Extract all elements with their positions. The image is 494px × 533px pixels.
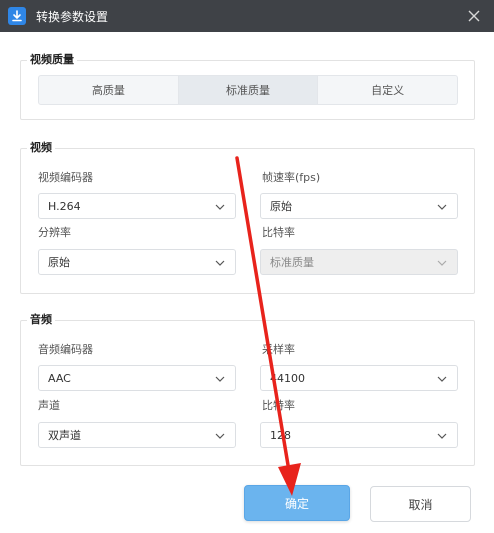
audio-encoder-select[interactable]: AAC	[38, 365, 236, 391]
download-icon	[8, 7, 26, 25]
samplerate-label: 采样率	[262, 343, 295, 356]
audio-encoder-label: 音频编码器	[38, 343, 93, 356]
framerate-label: 帧速率(fps)	[262, 171, 321, 184]
framerate-select[interactable]: 原始	[260, 193, 458, 219]
samplerate-value: 44100	[270, 371, 305, 385]
channel-label: 声道	[38, 399, 60, 412]
title-bar: 转换参数设置	[0, 0, 494, 32]
video-bitrate-label: 比特率	[262, 226, 295, 239]
channel-value: 双声道	[48, 429, 81, 442]
resolution-select[interactable]: 原始	[38, 249, 236, 275]
video-encoder-select[interactable]: H.264	[38, 193, 236, 219]
quality-option-high[interactable]: 高质量	[39, 76, 178, 104]
audio-bitrate-value: 128	[270, 428, 291, 442]
channel-select[interactable]: 双声道	[38, 422, 236, 448]
audio-encoder-value: AAC	[48, 371, 71, 385]
close-icon	[468, 10, 480, 22]
video-quality-legend: 视频质量	[27, 53, 77, 67]
quality-segmented-control: 高质量 标准质量 自定义	[38, 75, 458, 105]
audio-bitrate-select[interactable]: 128	[260, 422, 458, 448]
chevron-down-icon	[215, 260, 225, 266]
quality-option-custom[interactable]: 自定义	[318, 76, 457, 104]
audio-legend: 音频	[27, 313, 55, 327]
chevron-down-icon	[215, 433, 225, 439]
video-bitrate-select: 标准质量	[260, 249, 458, 275]
chevron-down-icon	[437, 260, 447, 266]
video-legend: 视频	[27, 141, 55, 155]
confirm-button[interactable]: 确定	[244, 485, 350, 521]
chevron-down-icon	[437, 433, 447, 439]
cancel-button[interactable]: 取消	[370, 486, 471, 522]
window-title: 转换参数设置	[36, 10, 109, 24]
chevron-down-icon	[437, 204, 447, 210]
chevron-down-icon	[215, 204, 225, 210]
framerate-value: 原始	[270, 200, 292, 213]
video-encoder-label: 视频编码器	[38, 171, 93, 184]
video-bitrate-value: 标准质量	[270, 256, 314, 269]
resolution-value: 原始	[48, 256, 70, 269]
quality-option-standard[interactable]: 标准质量	[177, 76, 319, 104]
chevron-down-icon	[437, 376, 447, 382]
close-button[interactable]	[464, 6, 484, 26]
audio-bitrate-label: 比特率	[262, 399, 295, 412]
samplerate-select[interactable]: 44100	[260, 365, 458, 391]
resolution-label: 分辨率	[38, 226, 71, 239]
video-encoder-value: H.264	[48, 199, 81, 213]
chevron-down-icon	[215, 376, 225, 382]
